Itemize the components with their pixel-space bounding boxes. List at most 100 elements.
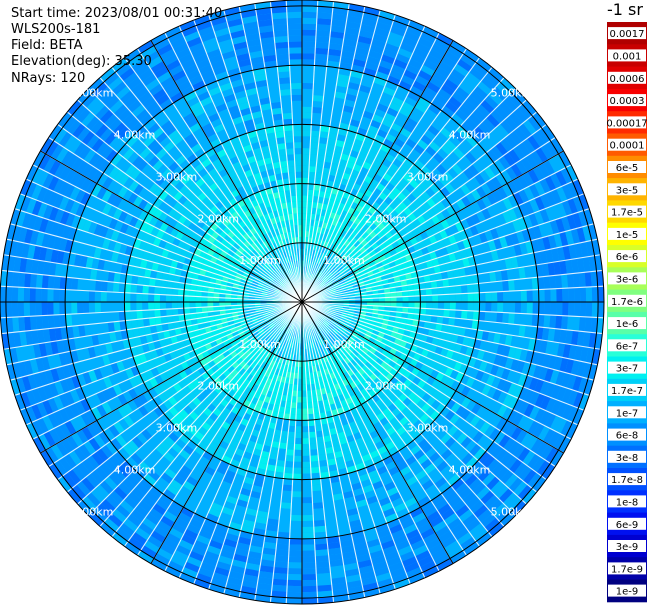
ppi-cell bbox=[314, 53, 328, 61]
ppi-cell bbox=[106, 281, 114, 293]
ppi-cell bbox=[292, 479, 302, 486]
ppi-cell bbox=[77, 278, 85, 291]
ppi-cell bbox=[302, 597, 318, 604]
ppi-cell bbox=[473, 292, 480, 302]
ppi-cell bbox=[425, 288, 433, 296]
ppi-cell bbox=[502, 280, 509, 292]
ppi-cell bbox=[293, 449, 302, 456]
ppi-cell bbox=[35, 274, 43, 289]
ppi-cell bbox=[273, 567, 289, 574]
ppi-cell bbox=[285, 455, 294, 462]
ppi-cell bbox=[302, 514, 314, 522]
ppi-cell bbox=[309, 148, 319, 155]
ppi-cell bbox=[479, 302, 486, 312]
ppi-cell bbox=[148, 302, 155, 311]
ppi-cell bbox=[309, 154, 318, 161]
ppi-cell bbox=[455, 302, 462, 311]
ppi-cell bbox=[314, 543, 328, 551]
ppi-cell bbox=[154, 309, 161, 318]
ppi-cell bbox=[459, 318, 467, 328]
ppi-cell bbox=[572, 316, 580, 332]
ppi-cell bbox=[302, 148, 311, 155]
ppi-cell bbox=[519, 278, 527, 291]
ppi-cell bbox=[574, 302, 581, 317]
ppi-cell bbox=[89, 312, 96, 325]
ppi-cell bbox=[302, 29, 317, 36]
ppi-cell bbox=[279, 514, 291, 521]
ppi-cell bbox=[591, 286, 599, 302]
ppi-cell bbox=[310, 142, 319, 149]
ppi-cell bbox=[302, 509, 314, 516]
ppi-cell bbox=[308, 425, 316, 433]
ppi-cell bbox=[17, 302, 25, 317]
ppi-cell bbox=[309, 449, 319, 456]
ppi-cell bbox=[420, 295, 427, 302]
ppi-cell bbox=[585, 302, 593, 318]
ppi-cell bbox=[561, 274, 569, 289]
ppi-cell bbox=[549, 275, 557, 289]
ppi-cell bbox=[165, 294, 172, 302]
ppi-cell bbox=[47, 315, 55, 329]
ppi-cell bbox=[503, 291, 510, 302]
ppi-cell bbox=[443, 294, 450, 302]
ppi-cell bbox=[302, 550, 316, 557]
ppi-cell bbox=[106, 311, 114, 323]
ppi-cell bbox=[294, 432, 302, 439]
ppi-cell bbox=[130, 302, 137, 311]
ppi-cell bbox=[171, 308, 179, 316]
ppi-cell bbox=[543, 314, 551, 328]
ppi-cell bbox=[293, 461, 302, 468]
ppi-cell bbox=[279, 508, 292, 515]
ppi-cell bbox=[137, 276, 145, 286]
ppi-cell bbox=[431, 287, 438, 296]
ppi-cell bbox=[11, 286, 19, 302]
ppi-cell bbox=[538, 302, 545, 315]
ppi-cell bbox=[302, 17, 317, 25]
ppi-cell bbox=[130, 293, 137, 302]
ppi-cell bbox=[525, 277, 533, 291]
ppi-cell bbox=[467, 293, 474, 302]
ppi-cell bbox=[47, 288, 54, 302]
ppi-cell bbox=[302, 65, 315, 72]
ppi-cell bbox=[311, 112, 322, 120]
ppi-cell bbox=[276, 459, 286, 467]
ppi-cell bbox=[302, 130, 311, 137]
ppi-cell bbox=[597, 302, 604, 318]
ppi-cell bbox=[289, 538, 302, 545]
ppi-cell bbox=[555, 274, 563, 289]
ppi-cell bbox=[295, 420, 302, 427]
ppi-cell bbox=[302, 154, 310, 161]
ppi-cell bbox=[106, 291, 113, 302]
ppi-cell bbox=[514, 302, 522, 314]
ppi-cell bbox=[302, 574, 317, 581]
ppi-cell bbox=[473, 302, 480, 312]
ppi-cell bbox=[291, 491, 302, 498]
ppi-cell bbox=[584, 316, 592, 333]
ppi-cell bbox=[414, 302, 421, 309]
ppi-cell bbox=[302, 520, 314, 527]
ppi-cell bbox=[308, 166, 317, 173]
ppi-cell bbox=[277, 525, 291, 533]
ppi-cell bbox=[496, 312, 504, 323]
ppi-cell bbox=[508, 279, 515, 292]
ppi-cell bbox=[438, 302, 445, 310]
ppi-cell bbox=[160, 309, 167, 317]
ppi-cell bbox=[288, 425, 296, 433]
ppi-cell bbox=[271, 584, 288, 592]
ppi-cell bbox=[591, 302, 599, 318]
ppi-cell bbox=[426, 295, 433, 302]
ppi-cell bbox=[18, 272, 26, 288]
ppi-cell bbox=[315, 561, 330, 569]
ppi-cell bbox=[432, 294, 439, 302]
ppi-cell bbox=[302, 556, 316, 563]
ppi-cell bbox=[23, 302, 30, 317]
ppi-cell bbox=[319, 131, 329, 139]
ppi-cell bbox=[467, 302, 474, 311]
ppi-cell bbox=[519, 313, 527, 326]
ppi-cell bbox=[302, 414, 309, 421]
ppi-cell bbox=[578, 316, 586, 332]
ppi-cell bbox=[302, 479, 312, 486]
ppi-cell bbox=[288, 562, 302, 569]
ppi-cell bbox=[100, 291, 107, 302]
ppi-cell bbox=[100, 302, 107, 313]
